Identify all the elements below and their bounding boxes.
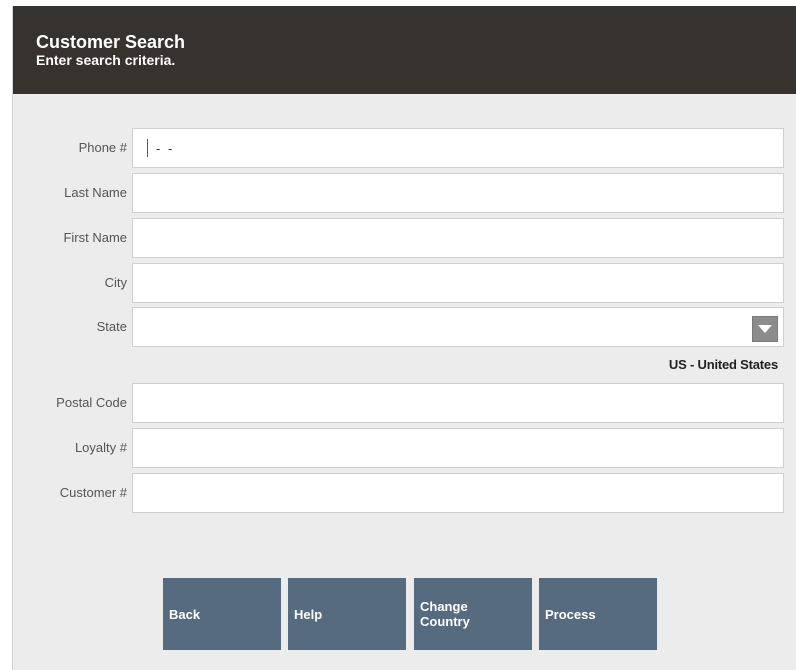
city-field[interactable]: [132, 263, 784, 303]
page-title: Customer Search: [36, 32, 186, 52]
customer-number-field[interactable]: [132, 473, 784, 513]
phone-mask: - -: [156, 140, 175, 156]
country-label: US - United States: [668, 357, 778, 372]
state-label: State: [96, 319, 127, 334]
page-subtitle: Enter search criteria.: [36, 52, 176, 68]
first-name-field[interactable]: [132, 218, 784, 258]
last-name-row: Last Name: [13, 173, 796, 213]
loyalty-row: Loyalty #: [13, 428, 796, 468]
change-country-button[interactable]: Change Country: [414, 578, 532, 650]
city-row: City: [13, 263, 796, 303]
screen-header: Customer Search Enter search criteria.: [13, 6, 796, 94]
first-name-row: First Name: [13, 218, 796, 258]
customer-number-row: Customer #: [13, 473, 796, 513]
first-name-label: First Name: [63, 230, 127, 245]
customer-search-screen: Customer Search Enter search criteria. P…: [12, 6, 796, 670]
loyalty-field[interactable]: [132, 428, 784, 468]
postal-code-field[interactable]: [132, 383, 784, 423]
phone-field[interactable]: - -: [132, 128, 784, 168]
text-cursor: [147, 139, 148, 157]
state-dropdown-button[interactable]: [752, 316, 778, 342]
chevron-down-icon: [758, 324, 772, 333]
loyalty-label: Loyalty #: [74, 440, 127, 455]
state-row: State: [13, 307, 796, 347]
last-name-label: Last Name: [64, 185, 127, 200]
help-button[interactable]: Help: [288, 578, 406, 650]
process-button[interactable]: Process: [539, 578, 657, 650]
postal-code-row: Postal Code: [13, 383, 796, 423]
phone-label: Phone #: [78, 140, 127, 155]
city-label: City: [104, 275, 127, 290]
phone-row: Phone # - -: [13, 128, 796, 168]
postal-code-label: Postal Code: [56, 395, 127, 410]
state-select[interactable]: [132, 307, 784, 347]
customer-number-label: Customer #: [59, 485, 127, 500]
back-button[interactable]: Back: [163, 578, 281, 650]
last-name-field[interactable]: [132, 173, 784, 213]
